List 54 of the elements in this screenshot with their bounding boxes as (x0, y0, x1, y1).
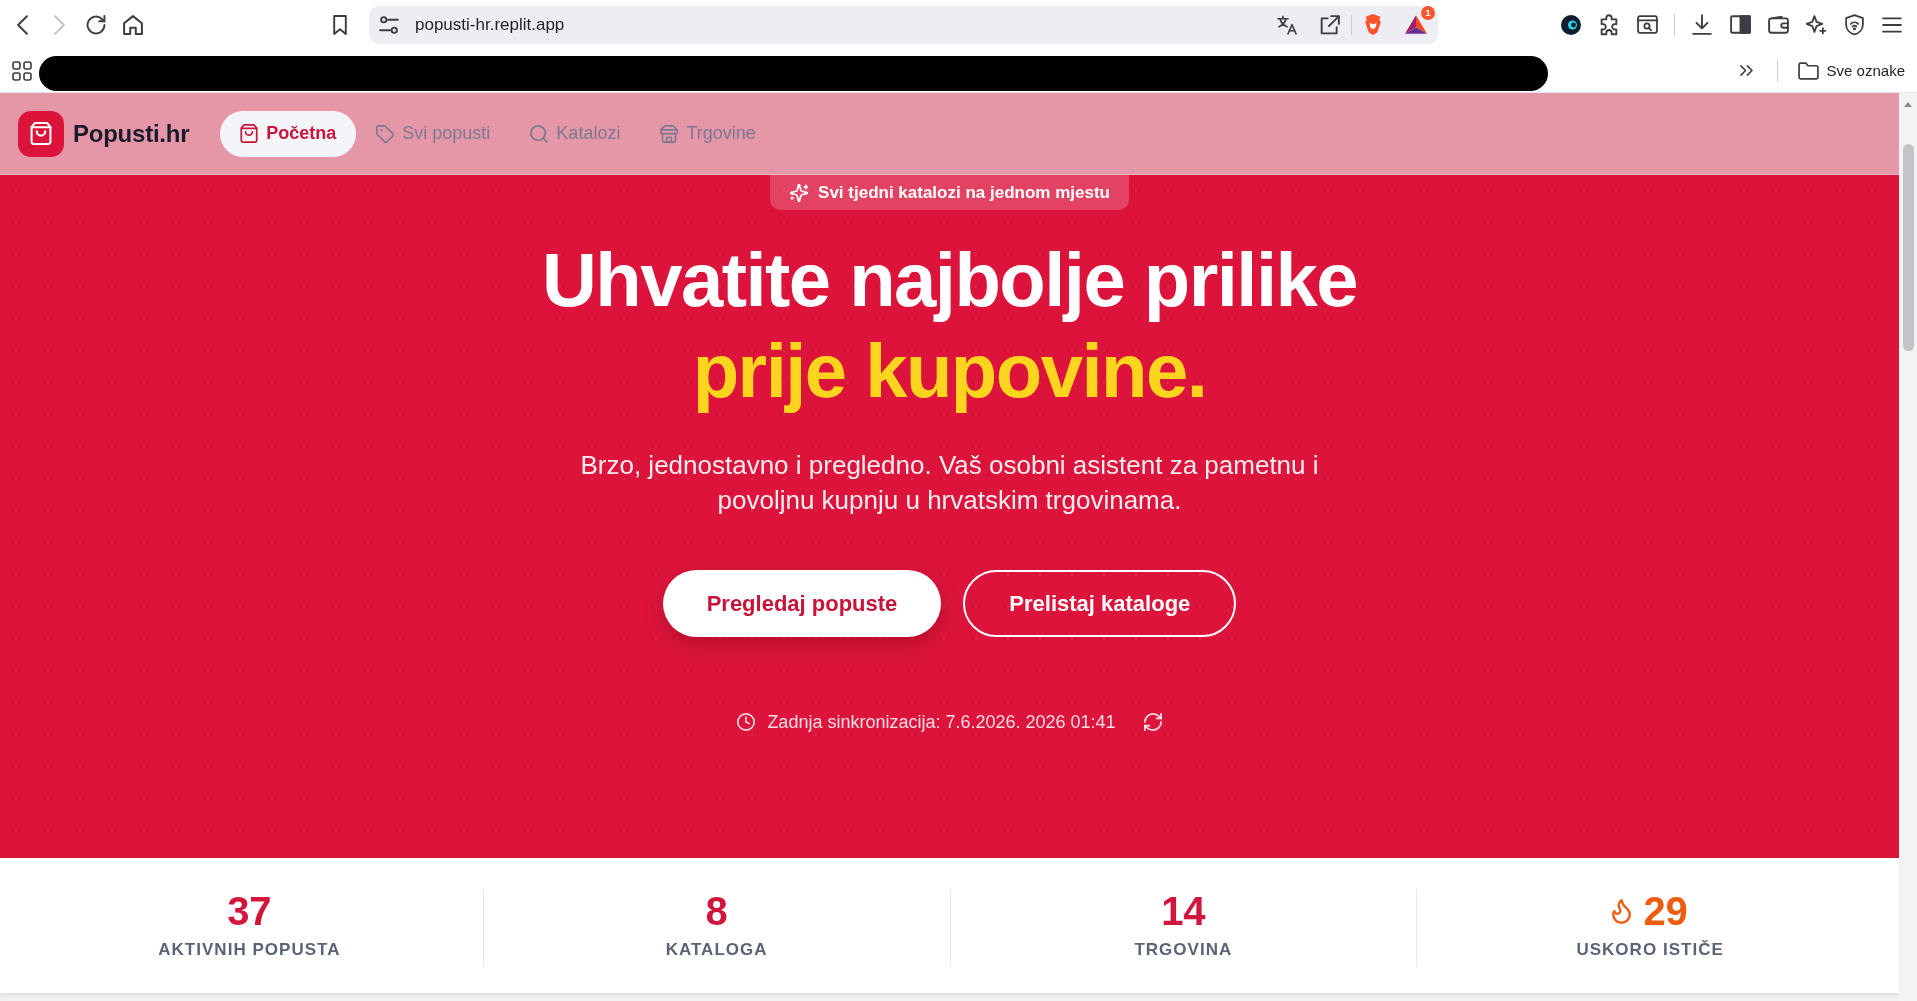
subtitle-text: Brzo, jednostavno i pregledno. Vaš osobni asistent za pametnu i povoljnu kupnju u hrvatskim trgovinama. (579, 449, 1320, 517)
double-chevron-icon[interactable] (1740, 65, 1753, 76)
stat-value: 37 (227, 889, 272, 933)
reload-icon[interactable] (86, 14, 106, 35)
stat-value: 29 (1643, 889, 1688, 933)
stat-label: USKORO ISTIČE (1576, 939, 1724, 961)
bookmarks-folder[interactable]: Sve oznake (1797, 61, 1905, 80)
puzzle-icon[interactable] (1599, 13, 1619, 36)
sidebar-icon[interactable] (1729, 15, 1751, 34)
stat-label: AKTIVNIH POPUSTA (158, 939, 341, 961)
headline-text: Uhvatite najbolje prilike (541, 236, 1358, 324)
shield-wifi-icon[interactable] (1844, 13, 1864, 36)
sliders-icon[interactable] (379, 15, 399, 34)
stat-label: TRGOVINA (1134, 939, 1233, 961)
home-icon[interactable] (123, 14, 143, 35)
secondary-button[interactable]: Prelistaj kataloge (963, 570, 1237, 637)
folder-icon (1797, 61, 1819, 80)
sync-status-text: Zadnja sinkronizacija: 7.6.2026. 2026 01:41 (767, 711, 1116, 733)
download-icon[interactable] (1692, 14, 1712, 35)
url-text: popusti-hr.replit.app (415, 14, 565, 35)
window-search-icon[interactable] (1636, 15, 1658, 34)
scroll-up-icon[interactable] (1904, 102, 1912, 107)
store-icon (660, 124, 679, 143)
stat-value: 14 (1161, 889, 1206, 933)
flame-icon (1612, 898, 1632, 924)
sparkle-icon[interactable] (1806, 14, 1826, 35)
search-icon (530, 124, 549, 143)
back-icon[interactable] (16, 14, 28, 35)
grid-icon[interactable] (12, 60, 32, 81)
address-bar[interactable]: popusti-hr.replit.app 1 (369, 5, 1438, 44)
bookmark-icon[interactable] (333, 14, 347, 35)
sparkles-icon (790, 183, 809, 202)
notification-badge: 1 (1421, 5, 1435, 20)
stat-label: KATALOGA (665, 939, 768, 961)
tag-icon (376, 124, 395, 143)
refresh-icon[interactable] (1143, 713, 1162, 731)
headline-highlight-text: prije kupovine. (692, 327, 1207, 415)
logo-icon[interactable] (18, 110, 64, 157)
shield-logo-icon[interactable] (1365, 14, 1381, 35)
scrollbar-thumb[interactable] (1902, 144, 1914, 351)
badge-text: Svi tjedni katalozi na jednom mjestu (818, 182, 1110, 203)
translate-icon[interactable] (1277, 14, 1297, 35)
share-icon[interactable] (1320, 14, 1340, 35)
primary-button[interactable]: Pregledaj popuste (662, 570, 942, 637)
shopping-bag-icon (240, 124, 259, 143)
clock-icon (737, 713, 756, 731)
scrollbar[interactable] (1899, 93, 1917, 1001)
nav-tab[interactable]: Početna (220, 110, 357, 157)
logo-text[interactable]: Popusti.hr (73, 119, 190, 148)
wallet-icon[interactable] (1767, 15, 1789, 34)
stat-value: 8 (705, 889, 728, 933)
dot-circle-icon[interactable] (1561, 14, 1581, 35)
triangle-icon[interactable] (1405, 15, 1427, 34)
menu-icon[interactable] (1882, 16, 1902, 33)
